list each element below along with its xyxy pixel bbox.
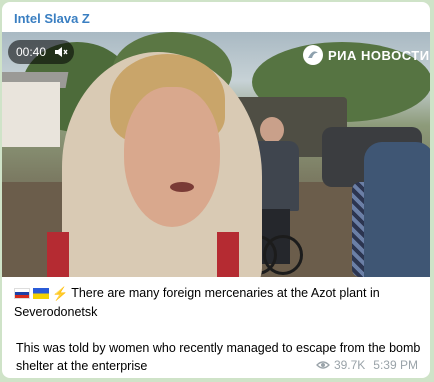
video-player[interactable]: 00:40 РИА НОВОСТИ [2, 32, 430, 277]
channel-name[interactable]: Intel Slava Z [14, 11, 90, 26]
ria-watermark-text: РИА НОВОСТИ [328, 47, 430, 63]
lightning-icon: ⚡ [52, 285, 69, 301]
video-duration-badge[interactable]: 00:40 [8, 40, 74, 64]
scene-woman-face [124, 87, 220, 227]
message-paragraph-1: ⚡ There are many foreign mercenaries at … [14, 284, 424, 321]
scene-wheel [263, 235, 303, 275]
video-duration: 00:40 [16, 45, 47, 59]
message-time: 5:39 PM [373, 358, 418, 372]
scene-house [2, 82, 60, 147]
scene-man-head [260, 117, 284, 143]
ria-logo-icon [302, 44, 324, 66]
message-bubble: Intel Slava Z 00:40 РИА НОВОСТИ ⚡ There … [2, 2, 430, 378]
emoji-group: ⚡ [14, 285, 68, 303]
speaker-muted-icon[interactable] [54, 46, 68, 58]
ria-watermark: РИА НОВОСТИ [302, 44, 430, 66]
scene-woman-mouth [170, 182, 194, 192]
russia-flag-icon [14, 288, 30, 300]
scene-backpack-strap [217, 232, 239, 277]
view-count: 39.7K [333, 358, 366, 372]
scene-person-right [364, 142, 430, 277]
paragraph-1-text: There are many foreign mercenaries at th… [14, 286, 380, 319]
ukraine-flag-icon [33, 288, 49, 300]
eye-icon [316, 360, 330, 370]
message-meta: 39.7K 5:39 PM [316, 358, 418, 372]
scene-backpack-strap [47, 232, 69, 277]
